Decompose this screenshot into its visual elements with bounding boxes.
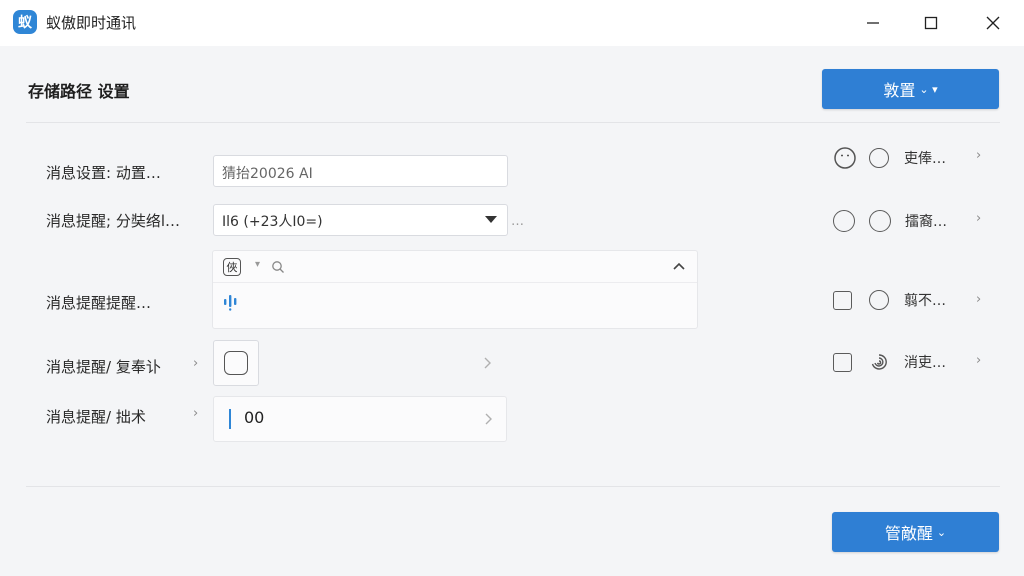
chevron-down-icon: ⌄ ▾ bbox=[919, 82, 938, 96]
minimize-icon bbox=[867, 22, 879, 24]
chevron-up-icon[interactable] bbox=[673, 262, 685, 270]
chevron-right-icon[interactable]: › bbox=[976, 353, 981, 368]
dropdown-badge[interactable]: 俠 bbox=[223, 258, 241, 276]
footer-divider bbox=[26, 486, 1000, 487]
message-reminder-select-value: Il6 (+23人I0=) bbox=[222, 214, 323, 230]
checkbox[interactable] bbox=[833, 290, 852, 310]
row-label-message-reminder: 消息提醒; 分奘络l… bbox=[46, 212, 180, 230]
option-row-4[interactable]: 消吏… bbox=[833, 352, 946, 372]
chevron-down-icon: ⌄ bbox=[936, 525, 947, 539]
voice-level-icon bbox=[224, 295, 237, 311]
message-reminder-select[interactable]: Il6 (+23人I0=) bbox=[213, 204, 508, 236]
option-label: 擂裔… bbox=[905, 214, 947, 230]
technique-input-value: 00 bbox=[244, 408, 265, 427]
option-row-1[interactable]: 吏俸… bbox=[833, 146, 946, 170]
technique-input[interactable]: 00 bbox=[213, 396, 507, 442]
settings-primary-button-label: 敦置 bbox=[883, 81, 916, 100]
face-icon[interactable] bbox=[833, 146, 857, 170]
radio-button[interactable] bbox=[869, 148, 889, 168]
swirl-icon[interactable] bbox=[869, 352, 889, 372]
minimize-button[interactable] bbox=[850, 0, 896, 46]
option-row-2[interactable]: 擂裔… bbox=[833, 210, 947, 232]
dropdown-toolbar: 俠 ▾ bbox=[213, 251, 697, 283]
row-label-message-settings: 消息设置: 动置… bbox=[46, 164, 161, 182]
maximize-button[interactable] bbox=[908, 0, 954, 46]
chevron-right-icon[interactable]: › bbox=[976, 148, 981, 163]
search-icon[interactable] bbox=[271, 260, 285, 274]
option-label: 翦不… bbox=[904, 293, 946, 309]
close-icon bbox=[986, 16, 1000, 30]
row-overflow-ellipsis: … bbox=[511, 214, 524, 229]
app-logo: 蚁 bbox=[13, 10, 37, 34]
expanded-dropdown-panel: 俠 ▾ bbox=[212, 250, 698, 329]
chevron-right-icon[interactable]: › bbox=[976, 211, 981, 226]
app-logo-text: 蚁 bbox=[18, 15, 32, 31]
repeat-checkbox[interactable] bbox=[224, 351, 248, 375]
checkbox[interactable] bbox=[833, 352, 852, 372]
chevron-right-icon[interactable]: › bbox=[193, 356, 198, 371]
header-divider bbox=[26, 122, 1000, 123]
radio-button[interactable] bbox=[869, 290, 889, 310]
chevron-right-icon bbox=[485, 413, 492, 425]
repeat-toggle-box[interactable] bbox=[213, 340, 259, 386]
row-label-reminder-repeat: 消息提醒/ 复奉讣 bbox=[46, 358, 161, 376]
page-title: 存储路径 设置 bbox=[28, 82, 130, 101]
settings-primary-button[interactable]: 敦置 ⌄ ▾ bbox=[822, 69, 999, 109]
toolbar-caret-icon[interactable]: ▾ bbox=[255, 259, 260, 270]
text-cursor bbox=[229, 409, 231, 429]
message-settings-input[interactable]: 猜抬20026 AI bbox=[213, 155, 508, 187]
caret-down-icon bbox=[485, 216, 497, 223]
chevron-right-icon[interactable]: › bbox=[193, 406, 198, 421]
row-label-reminder-technique: 消息提醒/ 拙术 bbox=[46, 408, 146, 426]
radio-button[interactable] bbox=[869, 210, 891, 232]
window-title: 蚁傲即时通讯 bbox=[46, 14, 137, 32]
radio-button[interactable] bbox=[833, 210, 855, 232]
close-button[interactable] bbox=[970, 0, 1016, 46]
settings-panel: 存储路径 设置 敦置 ⌄ ▾ 消息设置: 动置… 猜抬20026 AI 消息提醒… bbox=[0, 46, 1024, 576]
chevron-right-icon[interactable] bbox=[483, 357, 491, 369]
message-settings-input-value: 猜抬20026 AI bbox=[222, 166, 313, 182]
row-label-reminder-alerts: 消息提醒提醒… bbox=[46, 294, 152, 312]
option-label: 吏俸… bbox=[904, 151, 946, 167]
footer-primary-button[interactable]: 管敵醒 ⌄ bbox=[832, 512, 999, 552]
option-row-3[interactable]: 翦不… bbox=[833, 290, 946, 310]
option-label: 消吏… bbox=[904, 355, 946, 371]
maximize-icon bbox=[924, 16, 938, 30]
title-bar: 蚁 蚁傲即时通讯 bbox=[0, 0, 1024, 46]
chevron-right-icon[interactable]: › bbox=[976, 292, 981, 307]
footer-primary-button-label: 管敵醒 bbox=[884, 524, 933, 543]
